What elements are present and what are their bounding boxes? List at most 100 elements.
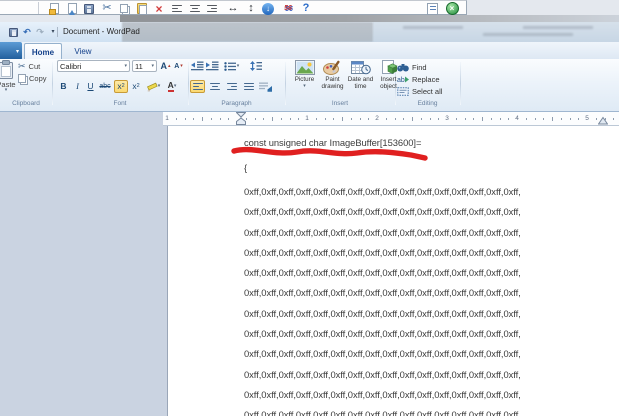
network-stop-icon[interactable]: × [444,2,460,15]
select-all-label: Select all [412,87,443,96]
calendar-clock-icon [350,61,371,75]
increase-indent-icon [205,61,218,71]
decrease-indent-button[interactable] [190,60,204,72]
ruler-tick [534,118,536,120]
copy-icon[interactable] [116,2,132,15]
picture-icon [294,60,315,75]
ruler-tick [525,118,527,120]
justify-button[interactable] [241,80,256,93]
align-center-button[interactable] [207,80,222,93]
underline-button[interactable]: U [84,80,97,93]
ruler-tick [350,118,352,120]
undo-button[interactable]: ↶ [21,26,33,38]
grow-font-button[interactable]: A ▴ [159,60,172,72]
hex-line: 0xff,0xff,0xff,0xff,0xff,0xff,0xff,0xff,… [244,226,521,238]
ruler-tick [420,118,422,120]
spelling-icon[interactable]: 56 [280,2,296,15]
italic-button[interactable]: I [71,80,84,93]
ruler-tick [464,118,466,120]
align-left-icon[interactable] [169,2,185,15]
fit-horizontal-icon[interactable]: ↔ [225,2,241,15]
screen: ✂ × ↔ ↕ ↓ 56 ? × ↶ ↷ ▾ Document - WordPa… [0,0,619,416]
ruler-tick [333,118,335,120]
insert-group-label: Insert [331,100,349,107]
export-page-icon[interactable] [64,2,80,15]
fit-vertical-icon[interactable]: ↕ [243,2,259,15]
grow-font-icon: A [160,61,167,71]
shrink-font-button[interactable]: A ▾ [172,60,185,72]
tab-home[interactable]: Home [24,43,62,60]
save-icon[interactable] [81,2,97,15]
help-icon[interactable]: ? [298,2,314,15]
replace-label: Replace [412,75,440,84]
bullet-list-icon [224,61,236,71]
align-center-icon[interactable] [187,2,203,15]
download-icon[interactable]: ↓ [260,2,276,15]
cut-icon[interactable]: ✂ [99,2,115,15]
align-left-icon [192,82,203,91]
window-title: Document - WordPad [63,27,140,36]
font-family-select[interactable]: Calibri ▾ [57,60,130,72]
glass-reflection-right [373,22,619,42]
ruler-tick [219,118,221,120]
ruler[interactable]: 1 1 2 3 4 5 [163,112,619,126]
ruler-number: 4 [515,115,519,122]
save-button[interactable] [7,26,19,38]
right-indent-marker[interactable] [598,113,608,125]
font-color-button[interactable]: A ▾ [163,80,181,93]
task-list-icon[interactable] [424,2,440,15]
chevron-down-icon: ▾ [173,83,177,89]
ruler-number: 2 [375,115,379,122]
ruler-tick [438,118,440,120]
ruler-number: 1 [165,115,169,122]
redo-button[interactable]: ↷ [34,26,46,38]
date-and-time-button[interactable]: Date and time [347,60,374,104]
strikethrough-button[interactable]: abc [97,80,113,93]
insert-picture-button[interactable]: Picture ▾ [291,60,318,104]
ruler-tick [193,118,195,120]
align-center-icon [209,82,220,91]
ruler-number: 5 [585,115,589,122]
paste-icon[interactable] [134,2,150,15]
wordpad-menu-button[interactable]: ▾ [0,42,22,60]
paint-drawing-button[interactable]: Paint drawing [319,60,346,104]
line-spacing-button[interactable] [245,60,266,72]
select-all-icon [397,87,409,96]
ruler-tick [228,118,230,120]
bullets-button[interactable]: ▾ [221,60,242,72]
ruler-tick [254,118,256,120]
ruler-tick [403,118,405,120]
copy-button[interactable]: Copy [18,73,47,84]
bold-button[interactable]: B [57,80,70,93]
paragraph-dialog-button[interactable] [258,80,273,93]
delete-icon[interactable]: × [151,2,167,15]
object-cube-icon [381,60,398,74]
import-page-icon[interactable] [46,2,62,15]
svg-text:ab: ab [397,77,405,84]
highlight-color-button[interactable]: ▾ [144,80,162,93]
tab-view[interactable]: View [65,43,101,60]
align-left-button[interactable] [190,80,205,93]
paint-palette-icon [322,60,340,75]
paste-label: Paste [0,80,16,89]
align-right-button[interactable] [224,80,239,93]
hex-line: 0xff,0xff,0xff,0xff,0xff,0xff,0xff,0xff,… [244,246,521,258]
font-size-select[interactable]: 11 ▾ [132,60,157,72]
subscript-button[interactable]: x2 [114,80,128,93]
ruler-number: 3 [445,115,449,122]
hex-line: 0xff,0xff,0xff,0xff,0xff,0xff,0xff,0xff,… [244,409,521,416]
indent-marker[interactable] [236,112,246,125]
select-all-button[interactable]: Select all [397,86,442,97]
document-page[interactable]: const unsigned char ImageBuffer[153600]=… [168,126,619,416]
chevron-down-icon: ▾ [124,63,127,69]
clipboard-icon [0,60,13,79]
find-button[interactable]: Find [397,62,427,73]
cut-button[interactable]: ✂ Cut [18,61,40,72]
increase-indent-button[interactable] [205,60,219,72]
superscript-button[interactable]: x2 [129,80,143,93]
ruler-tick [429,118,431,120]
hex-line: 0xff,0xff,0xff,0xff,0xff,0xff,0xff,0xff,… [244,348,521,360]
hex-line: 0xff,0xff,0xff,0xff,0xff,0xff,0xff,0xff,… [244,307,521,319]
align-right-icon[interactable] [204,2,220,15]
replace-button[interactable]: ab Replace [397,74,440,85]
